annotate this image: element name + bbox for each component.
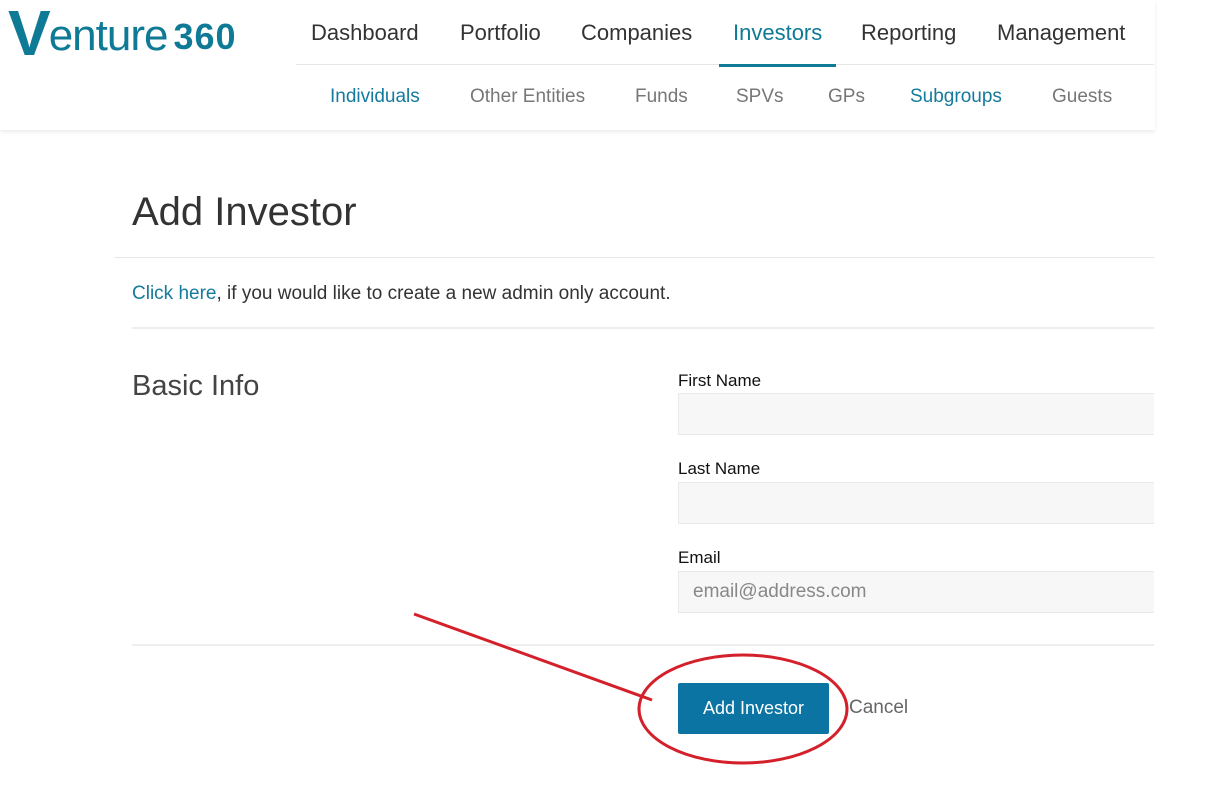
email-label: Email — [678, 548, 721, 567]
logo-number: 360 — [173, 16, 237, 57]
header: V enture 360 Dashboard Portfolio Compani… — [0, 0, 1155, 130]
first-name-label: First Name — [678, 371, 762, 390]
subnav-spvs[interactable]: SPVs — [736, 64, 784, 130]
annotation-arrow-line — [413, 612, 653, 702]
form-divider — [132, 644, 1154, 646]
nav-dashboard[interactable]: Dashboard — [311, 0, 419, 64]
logo-letter: V — [8, 0, 51, 69]
admin-note-text: , if you would like to create a new admi… — [216, 283, 671, 304]
note-divider — [132, 327, 1154, 329]
add-investor-button[interactable]: Add Investor — [678, 683, 829, 734]
email-field[interactable] — [678, 571, 1154, 613]
subnav-individuals[interactable]: Individuals — [330, 64, 420, 130]
admin-only-account-link[interactable]: Click here — [132, 283, 216, 304]
page: V enture 360 Dashboard Portfolio Compani… — [0, 0, 1208, 785]
subnav-other-entities[interactable]: Other Entities — [470, 64, 585, 130]
subnav-subgroups[interactable]: Subgroups — [910, 64, 1002, 130]
primary-nav: Dashboard Portfolio Companies Investors … — [296, 0, 1154, 67]
admin-account-note: Click here, if you would like to create … — [132, 282, 671, 306]
nav-companies[interactable]: Companies — [581, 0, 692, 64]
secondary-nav: Individuals Other Entities Funds SPVs GP… — [296, 64, 1154, 130]
subnav-gps[interactable]: GPs — [828, 64, 865, 130]
last-name-label: Last Name — [678, 459, 761, 478]
nav-management[interactable]: Management — [997, 0, 1125, 64]
logo-word: enture — [48, 11, 169, 60]
last-name-field[interactable] — [678, 482, 1154, 524]
basic-info-heading: Basic Info — [132, 370, 260, 402]
subnav-guests[interactable]: Guests — [1052, 64, 1112, 130]
venture360-logo[interactable]: V enture 360 — [8, 0, 237, 69]
first-name-field[interactable] — [678, 393, 1154, 435]
title-divider — [114, 257, 1154, 258]
nav-portfolio[interactable]: Portfolio — [460, 0, 541, 64]
cancel-link[interactable]: Cancel — [849, 696, 908, 720]
page-title: Add Investor — [132, 190, 357, 234]
nav-investors[interactable]: Investors — [719, 0, 837, 67]
nav-reporting[interactable]: Reporting — [861, 0, 956, 64]
subnav-funds[interactable]: Funds — [635, 64, 688, 130]
